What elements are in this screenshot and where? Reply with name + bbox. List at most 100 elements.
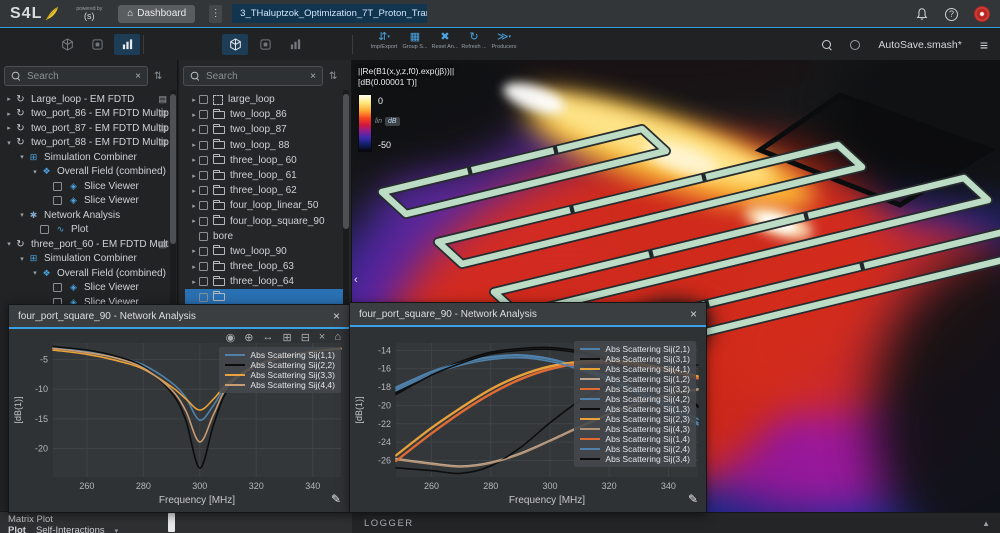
autosave-radio[interactable] xyxy=(850,40,860,50)
checkbox[interactable] xyxy=(199,247,208,256)
legend-item[interactable]: Abs Scattering Sij(3,3) xyxy=(225,370,335,380)
chevron-down-icon[interactable]: ▾ xyxy=(4,240,14,248)
tree-item-overall-field-combined-[interactable]: ▾❖Overall Field (combined) xyxy=(0,266,169,281)
scale-db-button[interactable]: dB xyxy=(385,117,400,126)
view-model-button[interactable] xyxy=(54,34,80,55)
toolbar-group-s-button[interactable]: ▦Group S... xyxy=(399,31,431,50)
tree-item-three-loop-61[interactable]: ▸three_loop_ 61 xyxy=(185,168,343,183)
models-search-input[interactable]: Search × xyxy=(183,66,323,86)
view-simulation-button[interactable] xyxy=(84,34,110,55)
chevron-down-icon[interactable]: ▾ xyxy=(30,168,40,176)
toolbar-refresh-button[interactable]: ↻Refresh ... xyxy=(458,31,490,50)
camera-icon[interactable]: ◉ xyxy=(226,331,236,344)
tree-item-bore[interactable]: bore xyxy=(185,229,343,244)
edit-pencil-icon[interactable]: ✎ xyxy=(331,492,341,506)
dashboard-button[interactable]: ⌂ Dashboard xyxy=(118,5,195,23)
tree-item-simulation-combiner[interactable]: ▾⊞Simulation Combiner xyxy=(0,252,169,267)
collapse-all-icon[interactable]: ⇅ xyxy=(154,71,162,82)
search-icon[interactable] xyxy=(822,40,832,50)
tree-item-slice-viewer[interactable]: ◈Slice Viewer xyxy=(0,194,169,209)
chevron-down-icon[interactable]: ▾ xyxy=(17,153,27,161)
network-analysis-window-1[interactable]: four_port_square_90 - Network Analysis ×… xyxy=(8,304,350,513)
logger-bar[interactable]: LOGGER ▲ xyxy=(352,512,1000,533)
tree-item-three-loop-63[interactable]: ▸three_loop_63 xyxy=(185,259,343,274)
tree-item-two-loop-87[interactable]: ▸two_loop_87 xyxy=(185,122,343,137)
interactions-dropdown[interactable]: Self-Interactions xyxy=(36,525,105,533)
chevron-down-icon[interactable]: ▾ xyxy=(4,139,14,147)
legend-item[interactable]: Abs Scattering Sij(2,1) xyxy=(580,344,690,354)
chevron-right-icon[interactable]: ▸ xyxy=(189,247,199,255)
viewport-chart-button[interactable] xyxy=(282,34,308,55)
checkbox[interactable] xyxy=(199,125,208,134)
tree-item-two-loop-90[interactable]: ▸two_loop_90 xyxy=(185,244,343,259)
legend-item[interactable]: Abs Scattering Sij(4,3) xyxy=(580,424,690,434)
tree-item-two-loop-86[interactable]: ▸two_loop_86 xyxy=(185,107,343,122)
zoom-out-icon[interactable]: ⊟ xyxy=(301,331,310,344)
legend-item[interactable]: Abs Scattering Sij(2,3) xyxy=(580,414,690,424)
chevron-right-icon[interactable]: ▸ xyxy=(189,126,199,134)
legend-item[interactable]: Abs Scattering Sij(2,2) xyxy=(225,360,335,370)
tree-item-three-loop-64[interactable]: ▸three_loop_64 xyxy=(185,274,343,289)
checkbox[interactable] xyxy=(53,283,62,292)
toolbar-reset-an-button[interactable]: ✖Reset An... xyxy=(429,31,461,50)
document-tab[interactable]: 3_THaluptzok_Optimization_7T_Proton_Tran xyxy=(232,4,427,23)
legend-item[interactable]: Abs Scattering Sij(4,1) xyxy=(580,364,690,374)
checkbox[interactable] xyxy=(199,95,208,104)
checkbox[interactable] xyxy=(199,201,208,210)
explorer-search-input[interactable]: Search × xyxy=(4,66,148,86)
tree-item-four-loop-square-90[interactable]: ▸four_loop_square_90 xyxy=(185,214,343,229)
chevron-right-icon[interactable]: ▸ xyxy=(189,141,199,149)
checkbox[interactable] xyxy=(199,293,208,302)
zoom-icon[interactable]: ⊕ xyxy=(244,331,253,344)
legend-item[interactable]: Abs Scattering Sij(1,1) xyxy=(225,350,335,360)
autoscale-icon[interactable]: × xyxy=(319,331,325,344)
edit-pencil-icon[interactable]: ✎ xyxy=(688,492,698,506)
checkbox[interactable] xyxy=(199,141,208,150)
tree-item-four-loop-linear-50[interactable]: ▸four_loop_linear_50 xyxy=(185,198,343,213)
chevron-right-icon[interactable]: ▸ xyxy=(4,110,14,118)
tree-item-three-loop-62[interactable]: ▸three_loop_ 62 xyxy=(185,183,343,198)
chevron-down-icon[interactable]: ▾ xyxy=(30,269,40,277)
tree-item-two-port-87-em-fdtd-multiport[interactable]: ▸↻two_port_87 - EM FDTD Multiport▤ xyxy=(0,121,169,136)
checkbox[interactable] xyxy=(53,182,62,191)
tree-item-network-analysis[interactable]: ▾✱Network Analysis xyxy=(0,208,169,223)
checkbox[interactable] xyxy=(53,196,62,205)
viewport-3d-button[interactable] xyxy=(222,34,248,55)
chevron-right-icon[interactable]: ▸ xyxy=(189,187,199,195)
chevron-down-icon[interactable]: ▾ xyxy=(17,211,27,219)
tree-item-slice-viewer[interactable]: ◈Slice Viewer xyxy=(0,179,169,194)
tree-item-two-port-86-em-fdtd-multiport[interactable]: ▸↻two_port_86 - EM FDTD Multiport▤ xyxy=(0,107,169,122)
scrollbar-thumb[interactable] xyxy=(168,513,175,532)
legend-item[interactable]: Abs Scattering Sij(1,4) xyxy=(580,434,690,444)
chevron-right-icon[interactable]: ▸ xyxy=(189,202,199,210)
home-icon[interactable]: ⌂ xyxy=(334,331,341,344)
clear-search-icon[interactable]: × xyxy=(135,71,141,82)
collapse-all-icon[interactable]: ⇅ xyxy=(329,71,337,82)
scale-lin-button[interactable]: lin xyxy=(375,118,382,125)
expand-up-chevron-icon[interactable]: ▲ xyxy=(982,519,990,528)
tree-item-two-port-88-em-fdtd-multiport[interactable]: ▾↻two_port_88 - EM FDTD Multiport▤ xyxy=(0,136,169,151)
viewport-slice-button[interactable] xyxy=(252,34,278,55)
hamburger-menu-icon[interactable]: ≡ xyxy=(980,37,988,53)
legend-item[interactable]: Abs Scattering Sij(1,3) xyxy=(580,404,690,414)
clear-search-icon[interactable]: × xyxy=(310,71,316,82)
chevron-right-icon[interactable]: ▸ xyxy=(189,172,199,180)
checkbox[interactable] xyxy=(199,277,208,286)
tree-item-selected[interactable] xyxy=(185,289,343,304)
window-title-bar[interactable]: four_port_square_90 - Network Analysis × xyxy=(350,303,706,327)
notifications-bell-icon[interactable] xyxy=(915,7,929,21)
pan-icon[interactable]: ↔ xyxy=(262,331,273,344)
legend-item[interactable]: Abs Scattering Sij(1,2) xyxy=(580,374,690,384)
legend-item[interactable]: Abs Scattering Sij(3,2) xyxy=(580,384,690,394)
checkbox[interactable] xyxy=(199,232,208,241)
checkbox[interactable] xyxy=(40,225,49,234)
chevron-right-icon[interactable]: ▸ xyxy=(4,95,14,103)
checkbox[interactable] xyxy=(199,156,208,165)
legend-item[interactable]: Abs Scattering Sij(4,4) xyxy=(225,380,335,390)
network-analysis-window-2[interactable]: four_port_square_90 - Network Analysis ×… xyxy=(349,302,707,513)
tree-item-two-loop-88[interactable]: ▸two_loop_ 88 xyxy=(185,138,343,153)
tree-item-slice-viewer[interactable]: ◈Slice Viewer xyxy=(0,281,169,296)
chevron-right-icon[interactable]: ▸ xyxy=(189,111,199,119)
tree-item-three-loop-60[interactable]: ▸three_loop_ 60 xyxy=(185,153,343,168)
autosave-label[interactable]: AutoSave.smash* xyxy=(878,39,961,51)
